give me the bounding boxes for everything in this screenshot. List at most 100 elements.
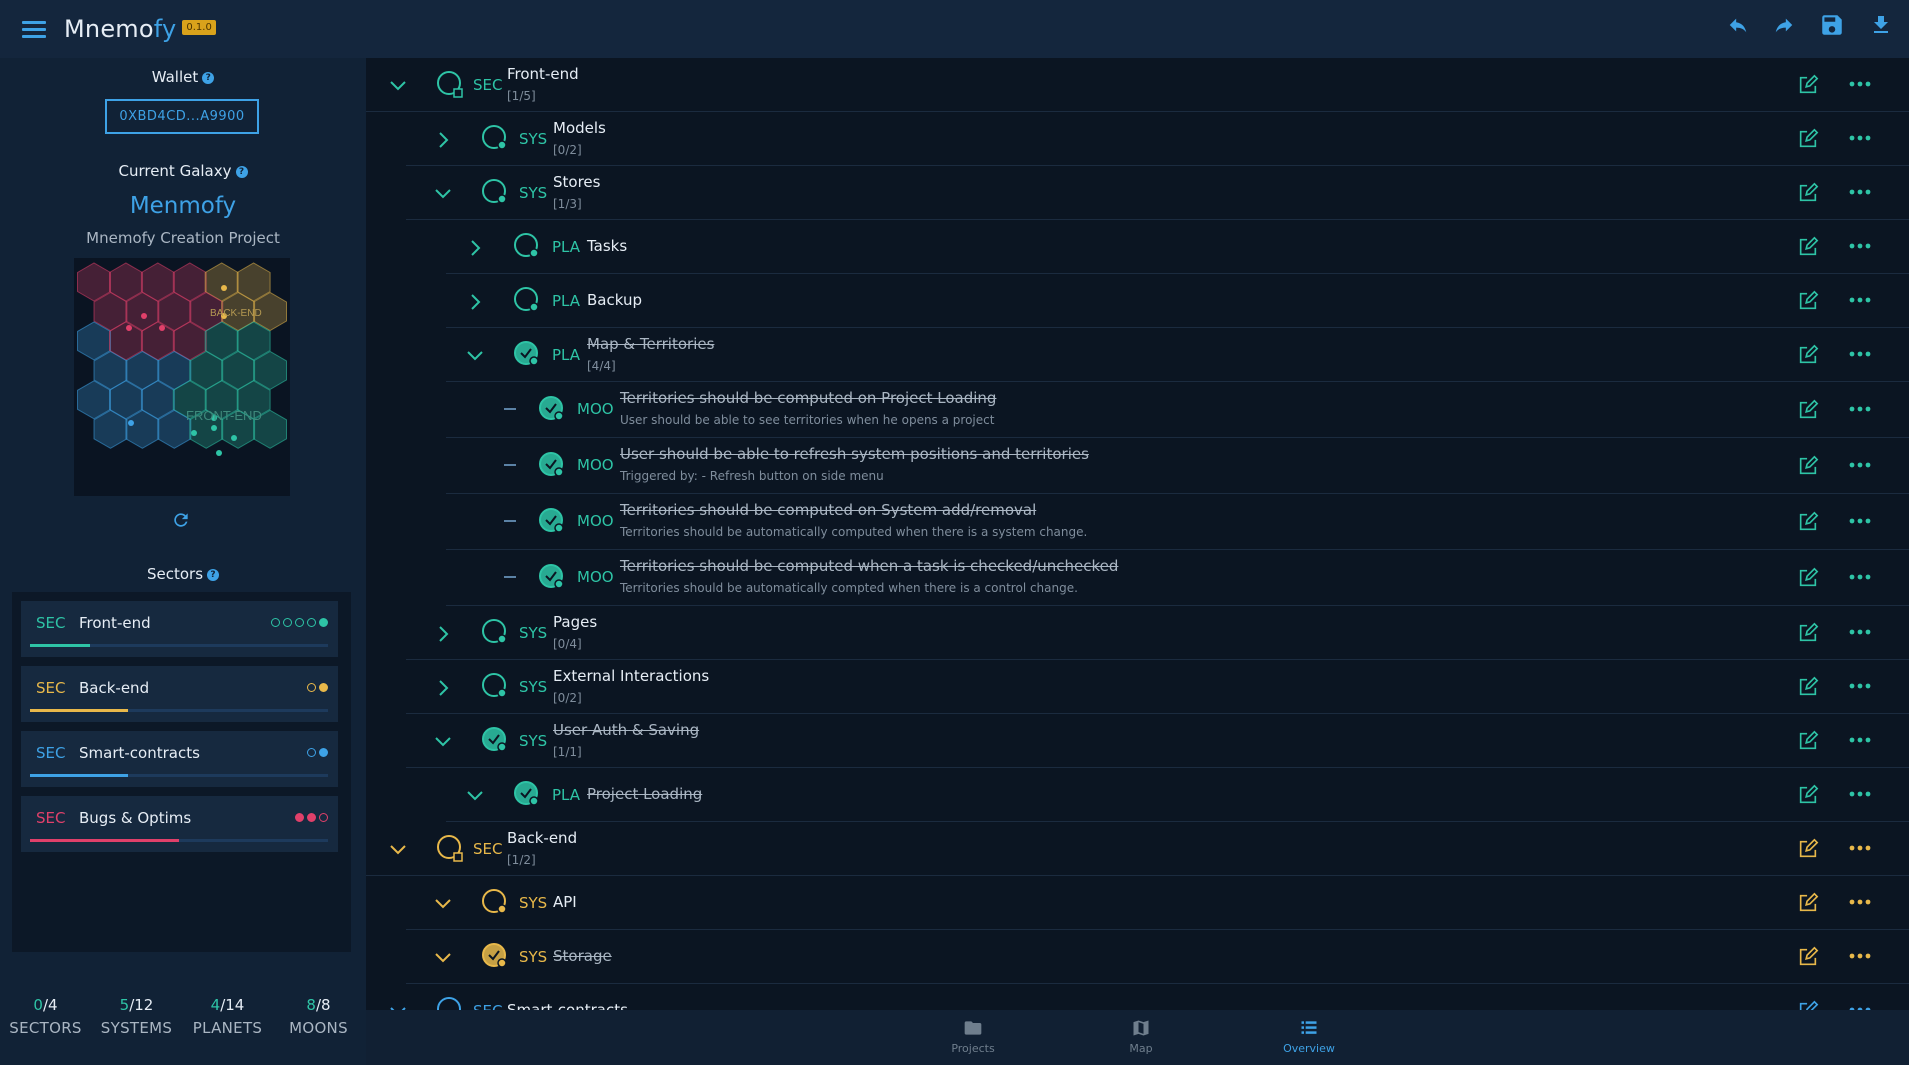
- help-icon[interactable]: ?: [235, 165, 248, 178]
- chevron-right-icon[interactable]: [433, 678, 453, 698]
- node-status-icon[interactable]: [481, 124, 509, 152]
- more-options-icon[interactable]: [1848, 236, 1872, 256]
- nav-overview[interactable]: Overview: [1264, 1018, 1354, 1055]
- node-status-icon[interactable]: [436, 996, 464, 1010]
- more-options-icon[interactable]: [1848, 838, 1872, 858]
- chevron-down-icon[interactable]: [433, 184, 453, 204]
- edit-icon[interactable]: [1797, 182, 1819, 204]
- sector-card[interactable]: SEC Bugs & Optims: [21, 796, 338, 852]
- more-options-icon[interactable]: [1848, 74, 1872, 94]
- tree-row-moo[interactable]: MOO User should be able to refresh system…: [446, 438, 1909, 494]
- tree-row-moo[interactable]: MOO Territories should be computed when a…: [446, 550, 1909, 606]
- more-options-icon[interactable]: [1848, 784, 1872, 804]
- edit-icon[interactable]: [1797, 455, 1819, 477]
- tree-row-sec[interactable]: SEC Back-end [1/2]: [366, 822, 1909, 876]
- download-icon[interactable]: [1869, 13, 1893, 37]
- save-icon[interactable]: [1819, 12, 1845, 38]
- more-options-icon[interactable]: [1848, 892, 1872, 912]
- node-status-icon[interactable]: [481, 672, 509, 700]
- nav-projects[interactable]: Projects: [928, 1018, 1018, 1055]
- completed-node-icon[interactable]: [513, 340, 541, 368]
- tree-row-moo[interactable]: MOO Territories should be computed on Pro…: [446, 382, 1909, 438]
- tree-row-pla[interactable]: PLA Project Loading: [446, 768, 1909, 822]
- chevron-right-icon[interactable]: [465, 238, 485, 258]
- chevron-down-icon[interactable]: [433, 948, 453, 968]
- edit-icon[interactable]: [1797, 838, 1819, 860]
- node-status-icon[interactable]: [481, 178, 509, 206]
- more-options-icon[interactable]: [1848, 455, 1872, 475]
- sector-card[interactable]: SEC Back-end: [21, 666, 338, 722]
- node-status-icon[interactable]: [513, 232, 541, 260]
- more-options-icon[interactable]: [1848, 290, 1872, 310]
- completed-node-icon[interactable]: [538, 451, 566, 479]
- tree-row-sec[interactable]: SEC Front-end [1/5]: [366, 58, 1909, 112]
- edit-icon[interactable]: [1797, 290, 1819, 312]
- edit-icon[interactable]: [1797, 344, 1819, 366]
- more-options-icon[interactable]: [1848, 511, 1872, 531]
- edit-icon[interactable]: [1797, 622, 1819, 644]
- tree-row-sys[interactable]: SYS External Interactions [0/2]: [406, 660, 1909, 714]
- chevron-down-icon[interactable]: [388, 76, 408, 96]
- chevron-right-icon[interactable]: [433, 130, 453, 150]
- help-icon[interactable]: ?: [207, 568, 220, 581]
- edit-icon[interactable]: [1797, 236, 1819, 258]
- edit-icon[interactable]: [1797, 730, 1819, 752]
- more-options-icon[interactable]: [1848, 676, 1872, 696]
- chevron-down-icon[interactable]: [433, 732, 453, 752]
- completed-node-icon[interactable]: [513, 780, 541, 808]
- edit-icon[interactable]: [1797, 1000, 1819, 1010]
- chevron-down-icon[interactable]: [388, 1002, 408, 1010]
- tree-row-sys[interactable]: SYS User Auth & Saving [1/1]: [406, 714, 1909, 768]
- completed-node-icon[interactable]: [538, 563, 566, 591]
- node-status-icon[interactable]: [436, 70, 464, 98]
- chevron-right-icon[interactable]: [433, 624, 453, 644]
- tree-row-pla[interactable]: PLA Map & Territories [4/4]: [446, 328, 1909, 382]
- sector-card[interactable]: SEC Front-end: [21, 601, 338, 657]
- tree-row-sys[interactable]: SYS Stores [1/3]: [406, 166, 1909, 220]
- more-options-icon[interactable]: [1848, 128, 1872, 148]
- more-options-icon[interactable]: [1848, 946, 1872, 966]
- tree-row-sys[interactable]: SYS Models [0/2]: [406, 112, 1909, 166]
- chevron-down-icon[interactable]: [465, 346, 485, 366]
- tree-row-pla[interactable]: PLA Backup: [446, 274, 1909, 328]
- galaxy-minimap[interactable]: BACK-END FRONT-END: [74, 258, 290, 496]
- edit-icon[interactable]: [1797, 399, 1819, 421]
- tree-row-pla[interactable]: PLA Tasks: [446, 220, 1909, 274]
- more-options-icon[interactable]: [1848, 344, 1872, 364]
- tree-row-sys[interactable]: SYS Pages [0/4]: [406, 606, 1909, 660]
- more-options-icon[interactable]: [1848, 622, 1872, 642]
- sector-card[interactable]: SEC Smart-contracts: [21, 731, 338, 787]
- more-options-icon[interactable]: [1848, 1000, 1872, 1010]
- tree-row-sys[interactable]: SYS Storage: [406, 930, 1909, 984]
- edit-icon[interactable]: [1797, 946, 1819, 968]
- more-options-icon[interactable]: [1848, 730, 1872, 750]
- more-options-icon[interactable]: [1848, 399, 1872, 419]
- node-status-icon[interactable]: [436, 834, 464, 862]
- refresh-icon[interactable]: [171, 510, 191, 530]
- more-options-icon[interactable]: [1848, 567, 1872, 587]
- help-icon[interactable]: ?: [202, 71, 215, 84]
- redo-icon[interactable]: [1773, 14, 1795, 36]
- edit-icon[interactable]: [1797, 74, 1819, 96]
- edit-icon[interactable]: [1797, 511, 1819, 533]
- chevron-down-icon[interactable]: [388, 840, 408, 860]
- node-status-icon[interactable]: [513, 286, 541, 314]
- node-status-icon[interactable]: [481, 888, 509, 916]
- completed-node-icon[interactable]: [538, 507, 566, 535]
- tree-row-moo[interactable]: MOO Territories should be computed on Sys…: [446, 494, 1909, 550]
- undo-icon[interactable]: [1727, 14, 1749, 36]
- more-options-icon[interactable]: [1848, 182, 1872, 202]
- completed-node-icon[interactable]: [481, 726, 509, 754]
- completed-node-icon[interactable]: [538, 395, 566, 423]
- tree-row-sys[interactable]: SYS API: [406, 876, 1909, 930]
- edit-icon[interactable]: [1797, 567, 1819, 589]
- edit-icon[interactable]: [1797, 784, 1819, 806]
- chevron-down-icon[interactable]: [433, 894, 453, 914]
- edit-icon[interactable]: [1797, 892, 1819, 914]
- nav-map[interactable]: Map: [1096, 1018, 1186, 1055]
- menu-icon[interactable]: [22, 20, 46, 38]
- completed-node-icon[interactable]: [481, 942, 509, 970]
- edit-icon[interactable]: [1797, 676, 1819, 698]
- tree-row-sec[interactable]: SEC Smart-contracts: [366, 984, 1909, 1010]
- node-status-icon[interactable]: [481, 618, 509, 646]
